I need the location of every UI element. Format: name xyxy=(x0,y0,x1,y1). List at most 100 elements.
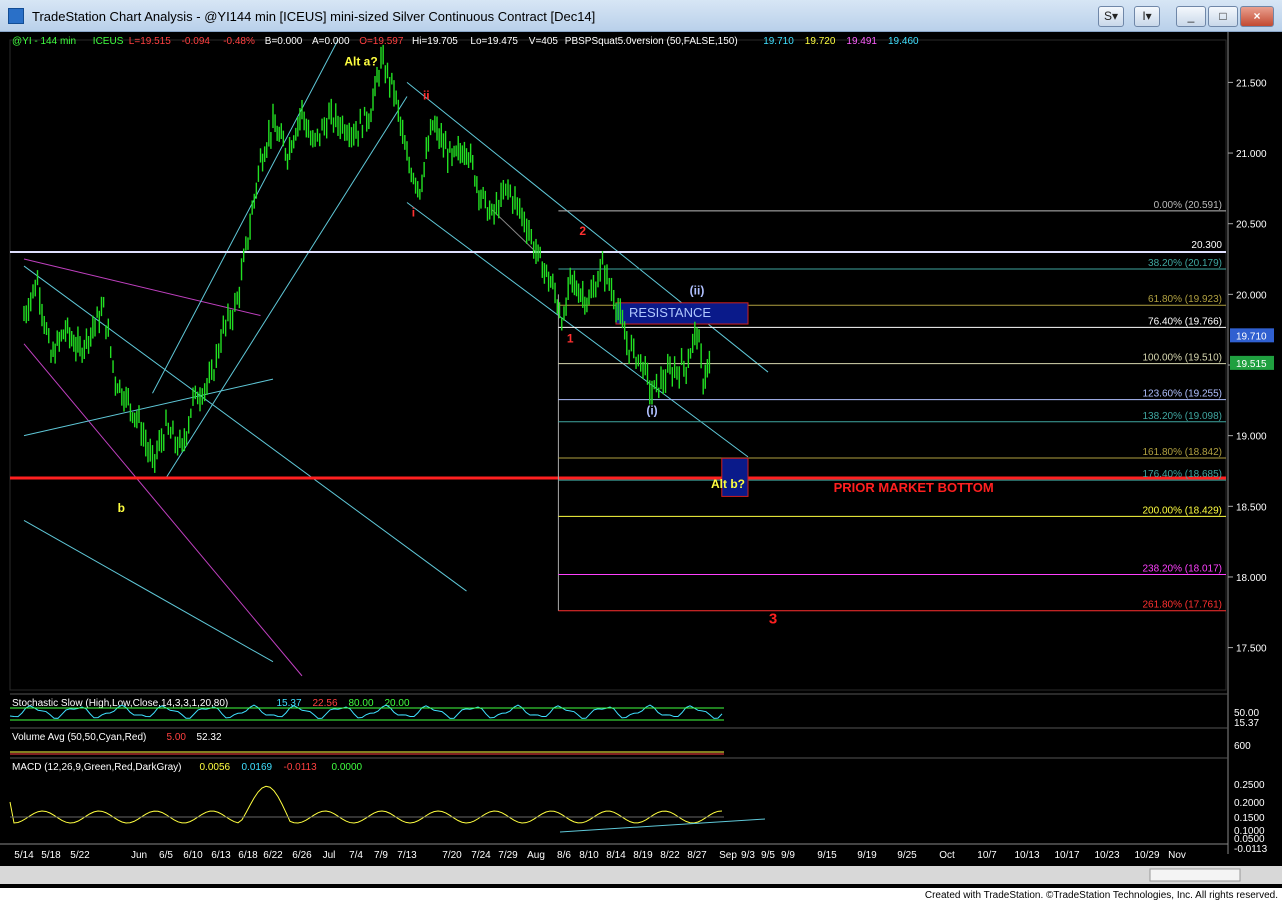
y-tick-label: 20.500 xyxy=(1236,220,1267,231)
x-tick-label: 9/5 xyxy=(761,850,775,861)
header-item-6: A=0.000 xyxy=(312,36,350,47)
fib-label-3: 61.80% (19.923) xyxy=(1148,294,1222,305)
price-badge-label-0: 19.710 xyxy=(1236,331,1267,342)
header-item-10: V=405 xyxy=(529,36,559,47)
x-tick-label: 9/15 xyxy=(817,850,837,861)
x-tick-label: Nov xyxy=(1168,850,1186,861)
annotation-2: i xyxy=(412,206,415,220)
symbol-link-button[interactable]: S▾ xyxy=(1098,6,1124,27)
header-item-3: -0.094 xyxy=(182,36,211,47)
annotation-6: 1 xyxy=(567,331,574,345)
x-tick-label: 10/7 xyxy=(977,850,997,861)
fib-label-11: 238.20% (18.017) xyxy=(1142,564,1222,575)
x-tick-label: 7/9 xyxy=(374,850,388,861)
chart-area[interactable]: 0.00% (20.591) 20.300 38.20% (20.179) 61.80… xyxy=(0,32,1282,888)
x-tick-label: 8/19 xyxy=(633,850,653,861)
x-tick-label: 6/18 xyxy=(238,850,258,861)
fib-label-0: 0.00% (20.591) xyxy=(1154,200,1222,211)
header-item-15: 19.460 xyxy=(888,36,919,47)
x-tick-label: 9/25 xyxy=(897,850,917,861)
x-tick-label: 7/13 xyxy=(397,850,417,861)
indicator-axis-volume: 600 xyxy=(1234,741,1251,752)
copyright-text: Created with TradeStation. ©TradeStation… xyxy=(924,890,1278,901)
header-item-0: @YI - 144 min xyxy=(12,36,76,47)
y-tick-label: 18.500 xyxy=(1236,502,1267,513)
indicator-value-stochastic: 20.00 xyxy=(385,698,410,709)
price-badge-label-1: 19.515 xyxy=(1236,359,1267,370)
maximize-button[interactable]: □ xyxy=(1208,6,1238,27)
indicator-axis-macd: -0.0113 xyxy=(1234,844,1268,855)
y-tick-label: 19.000 xyxy=(1236,432,1267,443)
header-item-12: 19.710 xyxy=(763,36,794,47)
x-tick-label: 9/19 xyxy=(857,850,877,861)
y-tick-label: 17.500 xyxy=(1236,644,1267,655)
x-tick-label: 5/22 xyxy=(70,850,90,861)
fib-label-12: 261.80% (17.761) xyxy=(1142,600,1222,611)
close-button[interactable]: × xyxy=(1240,6,1274,27)
x-tick-label: 8/10 xyxy=(579,850,599,861)
annotation-11: 3 xyxy=(769,611,777,628)
x-tick-label: Aug xyxy=(527,850,545,861)
fib-label-9: 176.40% (18.685) xyxy=(1142,469,1222,480)
header-item-7: O=19.597 xyxy=(359,36,404,47)
indicator-name-macd: MACD (12,26,9,Green,Red,DarkGray) xyxy=(12,762,182,773)
indicator-axis-macd: 0.1500 xyxy=(1234,813,1265,824)
indicator-value-volume: 52.32 xyxy=(197,732,222,743)
fib-label-5: 100.00% (19.510) xyxy=(1142,353,1222,364)
indicator-value-stochastic: 22.56 xyxy=(313,698,338,709)
header-item-5: B=0.000 xyxy=(265,36,303,47)
header-item-11: PBSPSquat5.0version (50,FALSE,150) xyxy=(565,36,738,47)
x-tick-label: 6/10 xyxy=(183,850,203,861)
x-tick-label: 7/20 xyxy=(442,850,462,861)
annotation-3: 2 xyxy=(579,224,586,238)
x-tick-label: 7/4 xyxy=(349,850,363,861)
x-tick-label: 9/9 xyxy=(781,850,795,861)
indicator-name-stochastic: Stochastic Slow (High,Low,Close,14,3,3,1… xyxy=(12,698,228,709)
window-title: TradeStation Chart Analysis - @YI144 min… xyxy=(32,9,596,24)
indicator-value-macd: 0.0169 xyxy=(242,762,273,773)
x-tick-label: 8/14 xyxy=(606,850,626,861)
fib-label-20300: 20.300 xyxy=(1191,240,1222,251)
x-tick-label: 5/14 xyxy=(14,850,34,861)
annotation-7: (i) xyxy=(646,403,657,417)
x-tick-label: 10/13 xyxy=(1014,850,1039,861)
fib-label-10: 200.00% (18.429) xyxy=(1142,505,1222,516)
annotation-4: (ii) xyxy=(690,283,705,297)
x-tick-label: 7/24 xyxy=(471,850,491,861)
scrollbar-thumb xyxy=(1149,868,1241,882)
info-button[interactable]: I▾ xyxy=(1134,6,1160,27)
fib-label-8: 161.80% (18.842) xyxy=(1142,447,1222,458)
window-titlebar: TradeStation Chart Analysis - @YI144 min… xyxy=(0,0,1282,32)
fib-label-2: 38.20% (20.179) xyxy=(1148,258,1222,269)
indicator-value-macd: 0.0000 xyxy=(332,762,363,773)
x-tick-label: 7/29 xyxy=(498,850,518,861)
minimize-button[interactable]: _ xyxy=(1176,6,1206,27)
indicator-axis-macd: 0.2000 xyxy=(1234,798,1265,809)
x-tick-label: Oct xyxy=(939,850,955,861)
y-tick-label: 21.000 xyxy=(1236,149,1267,160)
y-tick-label: 18.000 xyxy=(1236,573,1267,584)
header-item-9: Lo=19.475 xyxy=(470,36,518,47)
x-tick-label: 6/26 xyxy=(292,850,312,861)
annotation-0: Alt a? xyxy=(344,54,377,68)
header-item-1: ICEUS xyxy=(93,36,124,47)
fib-label-4: 76.40% (19.766) xyxy=(1148,316,1222,327)
x-tick-label: 10/23 xyxy=(1094,850,1119,861)
indicator-axis-macd: 0.2500 xyxy=(1234,780,1265,791)
indicator-value-macd: -0.0113 xyxy=(284,762,318,773)
header-item-13: 19.720 xyxy=(805,36,836,47)
horizontal-scrollbar xyxy=(0,866,1282,884)
header-item-4: -0.48% xyxy=(223,36,255,47)
annotation-1: ii xyxy=(423,88,430,102)
x-tick-label: 8/6 xyxy=(557,850,571,861)
x-tick-label: 6/13 xyxy=(211,850,231,861)
indicator-name-volume: Volume Avg (50,50,Cyan,Red) xyxy=(12,732,146,743)
x-tick-label: 6/5 xyxy=(159,850,173,861)
x-tick-label: 8/22 xyxy=(660,850,680,861)
x-tick-label: 10/17 xyxy=(1054,850,1079,861)
y-tick-label: 20.000 xyxy=(1236,290,1267,301)
indicator-value-macd: 0.0056 xyxy=(200,762,231,773)
footer-bar: Created with TradeStation. ©TradeStation… xyxy=(0,888,1282,904)
x-tick-label: Jul xyxy=(323,850,336,861)
x-tick-label: 8/27 xyxy=(687,850,707,861)
